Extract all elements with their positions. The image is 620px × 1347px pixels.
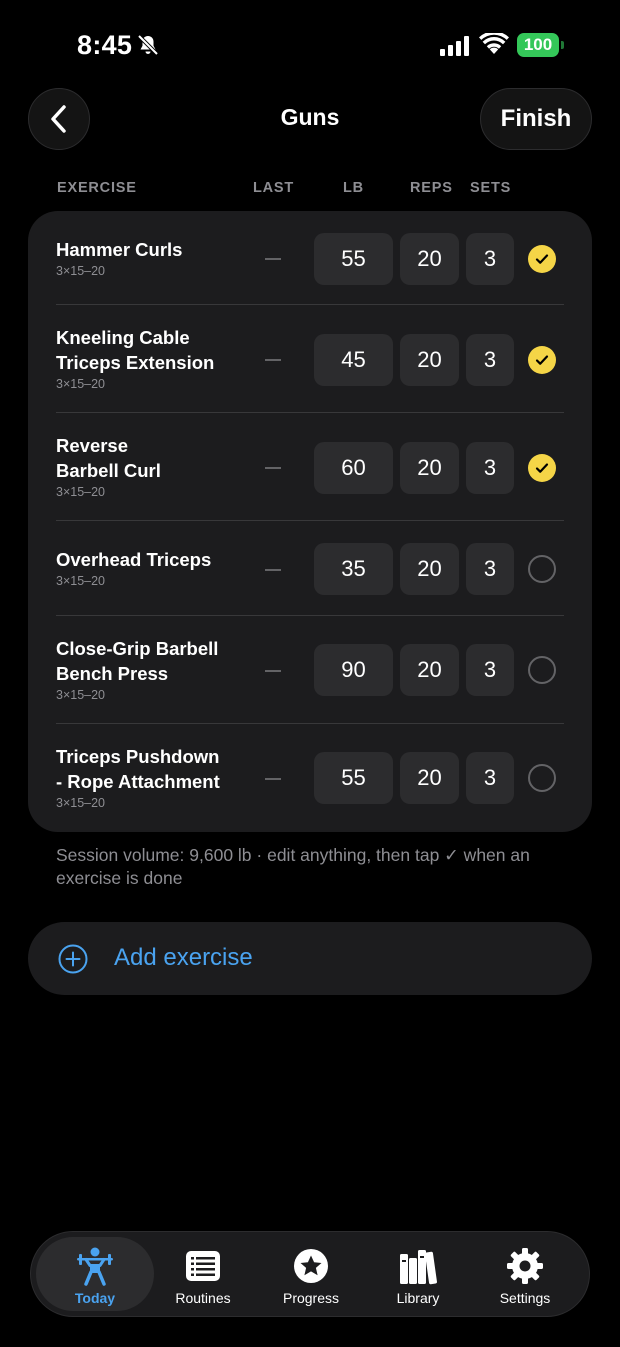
tab-today[interactable]: Today [36, 1237, 154, 1311]
lb-input[interactable]: 35 [314, 543, 393, 595]
reps-input[interactable]: 20 [400, 233, 459, 285]
lb-input[interactable]: 55 [314, 752, 393, 804]
tab-label: Today [74, 1290, 116, 1306]
battery-level: 100 [517, 33, 559, 57]
last-value-empty [265, 359, 281, 361]
done-checkbox[interactable] [528, 454, 556, 482]
cellular-signal-icon [440, 36, 469, 56]
sets-input[interactable]: 3 [466, 543, 514, 595]
tab-label: Settings [499, 1290, 551, 1306]
tab-routines[interactable]: Routines [153, 1237, 253, 1311]
exercise-name: Overhead Triceps [56, 549, 212, 570]
bell-slash-icon [137, 34, 159, 56]
sets-input[interactable]: 3 [466, 233, 514, 285]
checkmark-icon [535, 254, 549, 264]
add-exercise-label: Add exercise [114, 944, 253, 971]
exercise-row: Reverse Barbell Curl 3×15–20 60 20 3 [28, 413, 592, 521]
lb-input[interactable]: 60 [314, 442, 393, 494]
exercise-row: Hammer Curls 3×15–20 55 20 3 [28, 211, 592, 305]
list-icon [186, 1251, 220, 1281]
exercise-scheme: 3×15–20 [56, 377, 106, 391]
exercise-scheme: 3×15–20 [56, 485, 106, 499]
tab-label: Library [396, 1290, 440, 1306]
last-value-empty [265, 670, 281, 672]
add-exercise-button[interactable]: Add exercise [28, 922, 592, 995]
last-value-empty [265, 258, 281, 260]
done-checkbox[interactable] [528, 245, 556, 273]
star-icon [294, 1249, 328, 1283]
done-checkbox[interactable] [528, 656, 556, 684]
sets-input[interactable]: 3 [466, 334, 514, 386]
exercise-name: Triceps Pushdown - Rope Attachment [56, 746, 220, 792]
tab-bar: Today Routines Progress Library Settings [30, 1231, 590, 1317]
exercise-row: Kneeling Cable Triceps Extension 3×15–20 … [28, 305, 592, 413]
lb-input[interactable]: 55 [314, 233, 393, 285]
exercise-row: Close-Grip Barbell Bench Press 3×15–20 90… [28, 616, 592, 724]
status-time: 8:45 [77, 30, 133, 60]
checkmark-icon [535, 355, 549, 365]
column-header-sets: SETS [470, 180, 512, 196]
last-value-empty [265, 467, 281, 469]
wifi-icon [479, 33, 509, 54]
plus-circle-icon [58, 944, 88, 974]
reps-input[interactable]: 20 [400, 644, 459, 696]
tab-library[interactable]: Library [368, 1237, 468, 1311]
exercise-scheme: 3×15–20 [56, 264, 106, 278]
lb-input[interactable]: 90 [314, 644, 393, 696]
exercise-name: Close-Grip Barbell Bench Press [56, 638, 219, 684]
finish-button[interactable]: Finish [480, 88, 592, 150]
last-value-empty [265, 778, 281, 780]
exercise-name: Kneeling Cable Triceps Extension [56, 327, 215, 373]
tab-label: Routines [175, 1290, 231, 1306]
exercise-scheme: 3×15–20 [56, 688, 106, 702]
column-header-last: LAST [253, 180, 295, 196]
exercise-name: Hammer Curls [56, 239, 183, 260]
lb-input[interactable]: 45 [314, 334, 393, 386]
done-checkbox[interactable] [528, 764, 556, 792]
books-icon [400, 1250, 437, 1285]
exercise-scheme: 3×15–20 [56, 574, 106, 588]
done-checkbox[interactable] [528, 346, 556, 374]
exercise-scheme: 3×15–20 [56, 796, 106, 810]
checkmark-icon [535, 463, 549, 473]
exercise-row: Overhead Triceps 3×15–20 35 20 3 [28, 521, 592, 616]
reps-input[interactable]: 20 [400, 752, 459, 804]
reps-input[interactable]: 20 [400, 442, 459, 494]
exercise-name: Reverse Barbell Curl [56, 435, 161, 481]
exercise-list: Hammer Curls 3×15–20 55 20 3 Kneeling Ca… [28, 211, 592, 832]
column-header-lb: LB [343, 180, 364, 196]
exercise-row: Triceps Pushdown - Rope Attachment 3×15–2… [28, 724, 592, 832]
battery-icon: 100 [517, 33, 565, 57]
reps-input[interactable]: 20 [400, 334, 459, 386]
sets-input[interactable]: 3 [466, 442, 514, 494]
sets-input[interactable]: 3 [466, 752, 514, 804]
last-value-empty [265, 569, 281, 571]
gear-icon [507, 1248, 543, 1284]
column-header-exercise: EXERCISE [57, 180, 137, 196]
done-checkbox[interactable] [528, 555, 556, 583]
tab-label: Progress [282, 1290, 340, 1306]
reps-input[interactable]: 20 [400, 543, 459, 595]
column-header-reps: REPS [410, 180, 453, 196]
weightlifter-icon [77, 1247, 113, 1286]
tab-progress[interactable]: Progress [261, 1237, 361, 1311]
tab-settings[interactable]: Settings [475, 1237, 575, 1311]
status-bar: 8:45 100 [0, 0, 620, 90]
sets-input[interactable]: 3 [466, 644, 514, 696]
session-volume-note: Session volume: 9,600 lb · edit anything… [56, 845, 530, 888]
